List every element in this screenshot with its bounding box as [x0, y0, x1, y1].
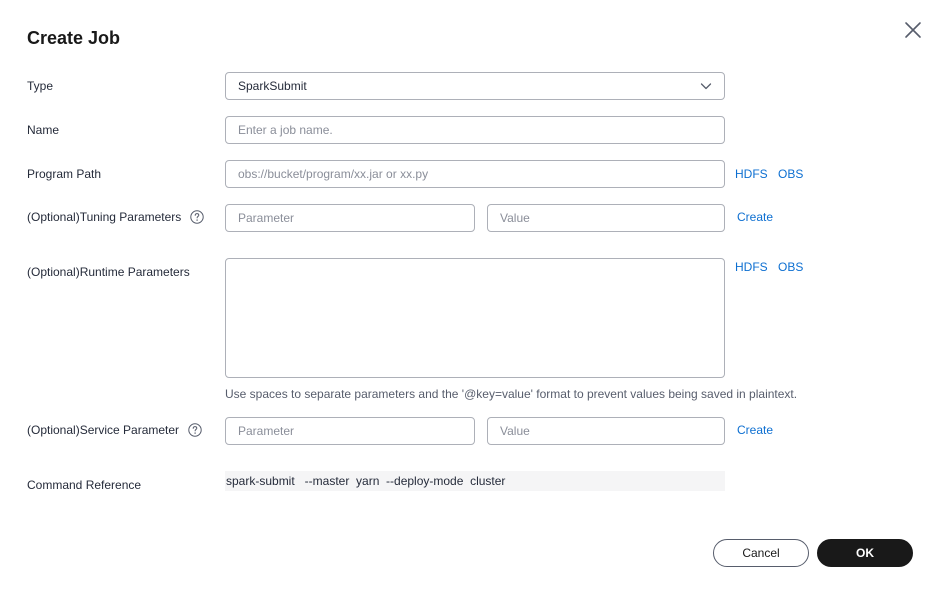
create-job-dialog: Create Job Type SparkSubmit Name Program…: [0, 0, 935, 590]
chevron-down-icon: [700, 83, 712, 90]
job-name-input[interactable]: [225, 116, 725, 144]
command-reference-label: Command Reference: [27, 478, 142, 492]
runtime-parameters-hint: Use spaces to separate parameters and th…: [225, 387, 798, 401]
close-button[interactable]: [902, 19, 924, 41]
help-icon[interactable]: [190, 210, 204, 224]
program-path-input[interactable]: [225, 160, 725, 188]
tuning-parameter-input[interactable]: [225, 204, 475, 232]
name-label: Name: [27, 123, 60, 137]
close-icon: [905, 22, 921, 38]
runtime-hdfs-link[interactable]: HDFS: [735, 260, 768, 274]
service-parameter-input[interactable]: [225, 417, 475, 445]
program-path-obs-link[interactable]: OBS: [778, 167, 803, 181]
service-parameter-label-text: (Optional)Service Parameter: [27, 423, 180, 437]
runtime-parameters-textarea[interactable]: [225, 258, 725, 378]
tuning-parameters-label-text: (Optional)Tuning Parameters: [27, 210, 182, 224]
command-reference-value: spark-submit --master yarn --deploy-mode…: [225, 471, 725, 491]
program-path-label: Program Path: [27, 167, 102, 181]
cancel-button[interactable]: Cancel: [713, 539, 809, 567]
program-path-hdfs-link[interactable]: HDFS: [735, 167, 768, 181]
tuning-parameters-label: (Optional)Tuning Parameters: [27, 210, 204, 224]
runtime-obs-link[interactable]: OBS: [778, 260, 803, 274]
ok-button[interactable]: OK: [817, 539, 913, 567]
type-select-value: SparkSubmit: [238, 79, 307, 93]
tuning-create-link[interactable]: Create: [737, 210, 773, 224]
service-create-link[interactable]: Create: [737, 423, 773, 437]
service-value-input[interactable]: [487, 417, 725, 445]
service-parameter-label: (Optional)Service Parameter: [27, 423, 202, 437]
help-icon[interactable]: [188, 423, 202, 437]
type-select[interactable]: SparkSubmit: [225, 72, 725, 100]
runtime-parameters-label: (Optional)Runtime Parameters: [27, 265, 190, 279]
dialog-title: Create Job: [27, 28, 121, 48]
type-label: Type: [27, 79, 54, 93]
tuning-value-input[interactable]: [487, 204, 725, 232]
